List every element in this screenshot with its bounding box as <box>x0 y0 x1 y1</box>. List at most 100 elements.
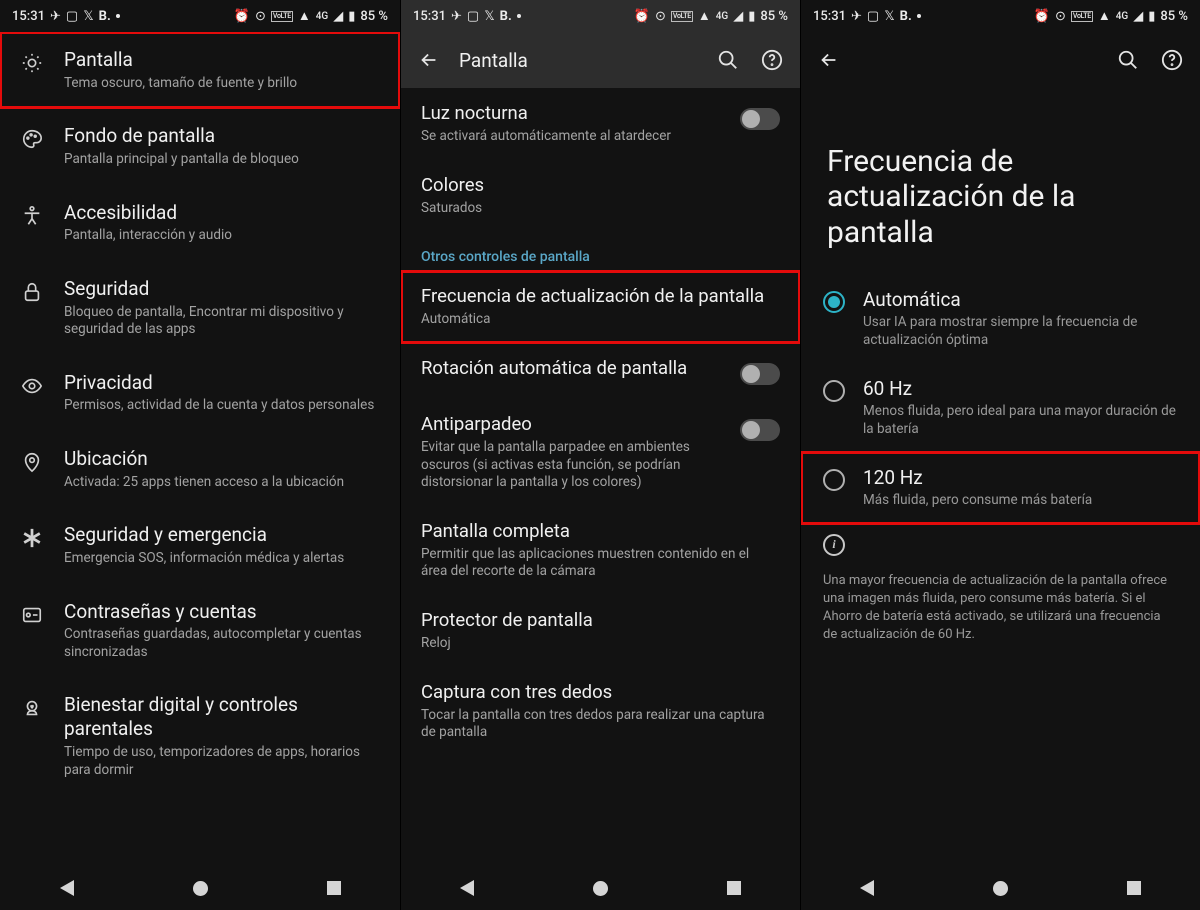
palette-icon <box>18 124 46 150</box>
item-title: Privacidad <box>64 371 382 395</box>
item-title: Contraseñas y cuentas <box>64 600 382 624</box>
nav-home-icon[interactable] <box>193 881 208 896</box>
search-button[interactable] <box>1114 46 1142 74</box>
nav-home-icon[interactable] <box>593 881 608 896</box>
toggle-switch[interactable] <box>740 363 780 385</box>
nav-recent-icon[interactable] <box>727 881 741 895</box>
settings-item-wellbeing[interactable]: Bienestar digital y controles parentales… <box>0 677 400 795</box>
lte-icon: VoLTE <box>1071 11 1093 22</box>
signal-icon: ◢ <box>733 10 743 23</box>
nav-back-icon[interactable] <box>460 880 474 896</box>
settings-panel: 15:31 ✈ ▢ 𝕏 B. ⏰ ⊙ VoLTE ▲ 4G ◢ ▮ 85 % P… <box>0 0 400 910</box>
telegram-icon: ✈ <box>851 10 862 23</box>
settings-item-eye[interactable]: Privacidad Permisos, actividad de la cue… <box>0 355 400 431</box>
twitter-icon: 𝕏 <box>83 10 93 23</box>
refresh-option[interactable]: 120 Hz Más fluida, pero consume más bate… <box>801 452 1200 524</box>
display-item[interactable]: Rotación automática de pantalla <box>401 343 800 399</box>
more-notifications-icon <box>517 14 521 18</box>
option-title: Automática <box>863 288 1178 311</box>
battery-icon: ▮ <box>348 10 355 23</box>
wifi-icon: ▲ <box>298 10 311 23</box>
telegram-icon: ✈ <box>50 10 61 23</box>
display-settings-panel: 15:31 ✈ ▢ 𝕏 B. ⏰ ⊙ VoLTE ▲ 4G ◢ ▮ 85 % <box>400 0 800 910</box>
wifi-icon: ▲ <box>698 10 711 23</box>
back-button[interactable] <box>815 46 843 74</box>
display-item[interactable]: Colores Saturados <box>401 160 800 232</box>
item-subtitle: Evitar que la pantalla parpadee en ambie… <box>421 439 720 492</box>
signal-icon: ◢ <box>333 10 343 23</box>
status-time: 15:31 <box>12 9 45 24</box>
help-button[interactable] <box>1158 46 1186 74</box>
nav-bar-2 <box>401 866 800 910</box>
item-title: Seguridad <box>64 277 382 301</box>
settings-item-brightness[interactable]: Pantalla Tema oscuro, tamaño de fuente y… <box>0 32 400 108</box>
battery-pct: 85 % <box>360 9 388 24</box>
status-bar-2: 15:31 ✈ ▢ 𝕏 B. ⏰ ⊙ VoLTE ▲ 4G ◢ ▮ 85 % <box>401 0 800 32</box>
nav-recent-icon[interactable] <box>1127 881 1141 895</box>
lte-icon: VoLTE <box>671 11 693 22</box>
settings-list[interactable]: Pantalla Tema oscuro, tamaño de fuente y… <box>0 32 400 910</box>
display-item[interactable]: Pantalla completa Permitir que las aplic… <box>401 506 800 595</box>
radio-button[interactable] <box>823 469 845 491</box>
help-button[interactable] <box>758 46 786 74</box>
item-subtitle: Automática <box>421 311 772 329</box>
network-label: 4G <box>316 11 329 22</box>
search-button[interactable] <box>714 46 742 74</box>
nav-recent-icon[interactable] <box>327 881 341 895</box>
calendar-icon: ▢ <box>66 10 78 23</box>
location-status-icon: ⊙ <box>655 10 666 23</box>
nav-back-icon[interactable] <box>860 880 874 896</box>
option-title: 120 Hz <box>863 466 1178 489</box>
option-subtitle: Más fluida, pero consume más batería <box>863 492 1178 510</box>
item-subtitle: Tocar la pantalla con tres dedos para re… <box>421 707 772 742</box>
item-subtitle: Permisos, actividad de la cuenta y datos… <box>64 397 382 415</box>
settings-item-lock[interactable]: Seguridad Bloqueo de pantalla, Encontrar… <box>0 261 400 355</box>
item-subtitle: Contraseñas guardadas, autocompletar y c… <box>64 626 382 661</box>
settings-item-palette[interactable]: Fondo de pantalla Pantalla principal y p… <box>0 108 400 184</box>
item-subtitle: Se activará automáticamente al atardecer <box>421 128 720 146</box>
toggle-switch[interactable] <box>740 419 780 441</box>
back-button[interactable] <box>415 46 443 74</box>
twitter-icon: 𝕏 <box>484 10 494 23</box>
location-status-icon: ⊙ <box>255 10 266 23</box>
radio-button[interactable] <box>823 291 845 313</box>
wellbeing-icon <box>18 693 46 719</box>
accessibility-icon <box>18 201 46 227</box>
nav-back-icon[interactable] <box>60 880 74 896</box>
display-settings-list[interactable]: Luz nocturna Se activará automáticamente… <box>401 88 800 910</box>
settings-item-key[interactable]: Contraseñas y cuentas Contraseñas guarda… <box>0 584 400 678</box>
refresh-option[interactable]: 60 Hz Menos fluida, pero ideal para una … <box>801 363 1200 452</box>
alarm-icon: ⏰ <box>234 10 250 23</box>
display-item[interactable]: Luz nocturna Se activará automáticamente… <box>401 88 800 160</box>
display-item[interactable]: Frecuencia de actualización de la pantal… <box>401 271 800 343</box>
refresh-option[interactable]: Automática Usar IA para mostrar siempre … <box>801 274 1200 363</box>
display-item[interactable]: Antiparpadeo Evitar que la pantalla parp… <box>401 399 800 506</box>
item-subtitle: Bloqueo de pantalla, Encontrar mi dispos… <box>64 304 382 339</box>
settings-item-accessibility[interactable]: Accesibilidad Pantalla, interacción y au… <box>0 185 400 261</box>
pin-icon <box>18 447 46 473</box>
item-title: Captura con tres dedos <box>421 681 772 704</box>
item-title: Ubicación <box>64 447 382 471</box>
settings-item-pin[interactable]: Ubicación Activada: 25 apps tienen acces… <box>0 431 400 507</box>
item-title: Frecuencia de actualización de la pantal… <box>421 285 772 308</box>
item-subtitle: Activada: 25 apps tienen acceso a la ubi… <box>64 474 382 492</box>
nav-home-icon[interactable] <box>993 881 1008 896</box>
toggle-switch[interactable] <box>740 108 780 130</box>
lock-icon <box>18 277 46 303</box>
item-title: Accesibilidad <box>64 201 382 225</box>
display-item[interactable]: Captura con tres dedos Tocar la pantalla… <box>401 667 800 756</box>
signal-icon: ◢ <box>1133 10 1143 23</box>
display-item[interactable]: Protector de pantalla Reloj <box>401 595 800 667</box>
item-subtitle: Reloj <box>421 635 772 653</box>
item-subtitle: Permitir que las aplicaciones muestren c… <box>421 546 772 581</box>
app-bar: Pantalla <box>401 32 800 88</box>
item-title: Protector de pantalla <box>421 609 772 632</box>
battery-icon: ▮ <box>748 10 755 23</box>
radio-button[interactable] <box>823 380 845 402</box>
eye-icon <box>18 371 46 397</box>
item-subtitle: Saturados <box>421 200 772 218</box>
settings-item-star-life[interactable]: Seguridad y emergencia Emergencia SOS, i… <box>0 507 400 583</box>
item-subtitle: Pantalla, interacción y audio <box>64 227 382 245</box>
status-bar: 15:31 ✈ ▢ 𝕏 B. ⏰ ⊙ VoLTE ▲ 4G ◢ ▮ 85 % <box>0 0 400 32</box>
alarm-icon: ⏰ <box>1034 10 1050 23</box>
